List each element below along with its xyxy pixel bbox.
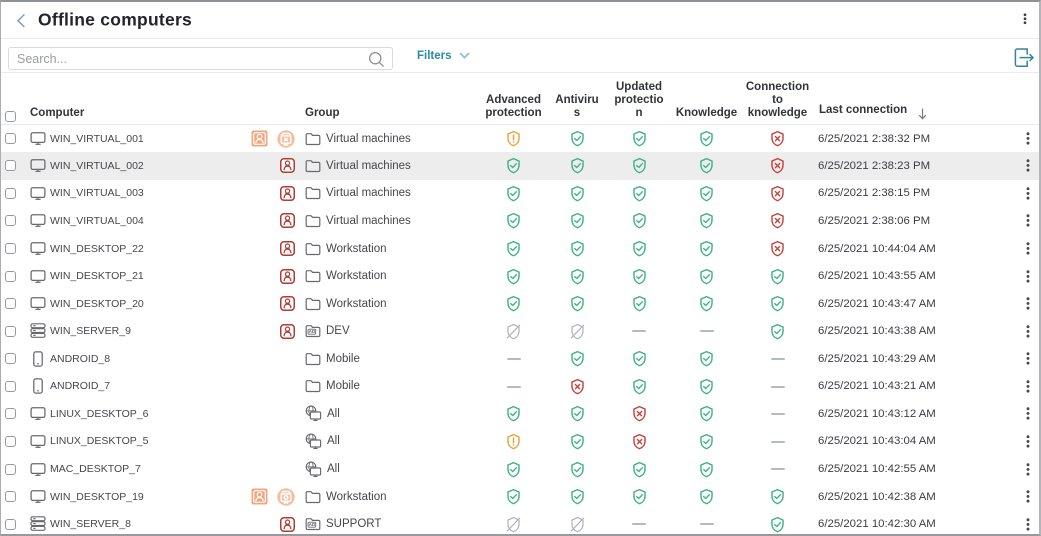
- svg-text:AD: AD: [309, 522, 316, 527]
- svg-text:AD: AD: [309, 329, 316, 334]
